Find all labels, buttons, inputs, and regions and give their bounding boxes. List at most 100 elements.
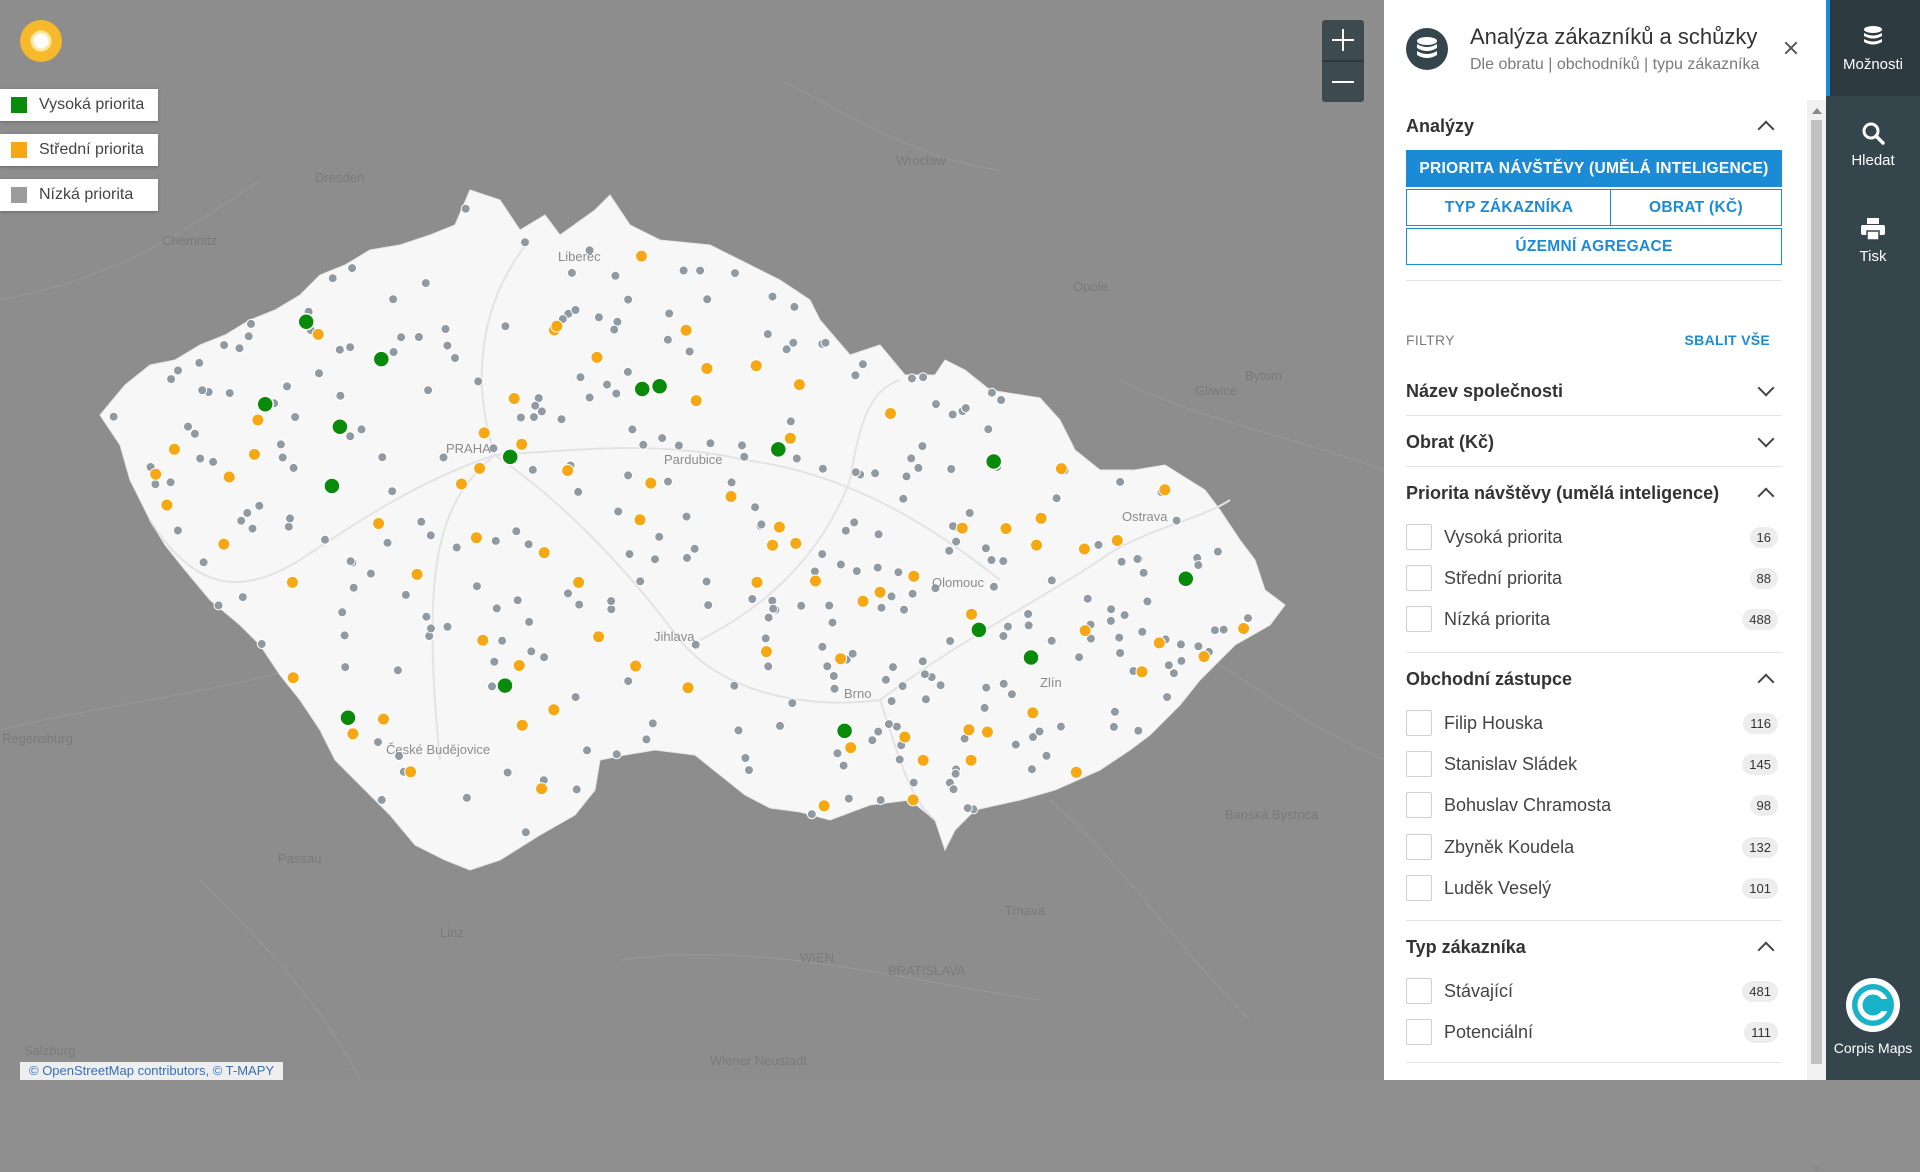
customer-marker-mid[interactable]	[635, 249, 648, 263]
customer-marker-mid[interactable]	[286, 671, 300, 685]
customer-marker-low[interactable]	[285, 513, 295, 524]
customer-marker-low[interactable]	[515, 412, 526, 423]
customer-marker-mid[interactable]	[907, 569, 921, 583]
customer-marker-low[interactable]	[964, 508, 975, 518]
analyses-section-header[interactable]: Analýzy	[1406, 102, 1782, 150]
customer-marker-low[interactable]	[571, 784, 582, 795]
customer-marker-mid[interactable]	[817, 799, 831, 813]
map-attribution[interactable]: © OpenStreetMap contributors, © T-MAPY	[20, 1062, 284, 1080]
checkbox[interactable]	[1406, 565, 1432, 591]
customer-marker-mid[interactable]	[792, 378, 806, 392]
customer-marker-low[interactable]	[613, 506, 624, 517]
customer-marker-low[interactable]	[1162, 692, 1173, 703]
checkbox[interactable]	[1406, 751, 1432, 777]
customer-marker-low[interactable]	[945, 636, 956, 646]
customer-marker-low[interactable]	[320, 534, 330, 545]
customer-marker-low[interactable]	[1138, 567, 1149, 578]
customer-marker-low[interactable]	[850, 467, 861, 478]
customer-marker-low[interactable]	[150, 479, 161, 490]
customer-marker-low[interactable]	[647, 718, 658, 729]
customer-marker-mid[interactable]	[222, 470, 236, 484]
customer-marker-low[interactable]	[1034, 726, 1045, 737]
customer-marker-low[interactable]	[197, 385, 208, 396]
analysis-button-territorial[interactable]: ÚZEMNÍ AGREGACE	[1406, 228, 1782, 265]
customer-marker-low[interactable]	[988, 581, 999, 592]
customer-marker-low[interactable]	[497, 635, 508, 646]
customer-marker-low[interactable]	[530, 400, 541, 411]
customer-marker-mid[interactable]	[789, 536, 803, 550]
customer-marker-low[interactable]	[763, 612, 774, 623]
customer-marker-low[interactable]	[908, 777, 919, 788]
map-svg[interactable]	[0, 0, 1384, 1080]
customer-marker-low[interactable]	[750, 502, 761, 513]
customer-marker-mid[interactable]	[834, 652, 848, 666]
customer-marker-low[interactable]	[165, 477, 176, 488]
scroll-up-arrow-icon[interactable]	[1812, 108, 1822, 114]
analysis-button-priority[interactable]: PRIORITA NÁVŠTĚVY (UMĚLÁ INTELIGENCE)	[1406, 150, 1782, 187]
customer-marker-low[interactable]	[913, 462, 924, 473]
customer-marker-low[interactable]	[183, 421, 193, 432]
customer-marker-low[interactable]	[1115, 648, 1126, 658]
customer-marker-low[interactable]	[487, 681, 497, 692]
checkbox[interactable]	[1406, 524, 1432, 550]
customer-marker-low[interactable]	[198, 557, 209, 568]
customer-marker-low[interactable]	[1115, 476, 1126, 487]
customer-marker-low[interactable]	[1114, 632, 1125, 643]
customer-marker-low[interactable]	[979, 702, 990, 713]
customer-marker-low[interactable]	[950, 768, 961, 779]
customer-marker-low[interactable]	[775, 720, 785, 731]
customer-marker-high[interactable]	[835, 722, 854, 740]
filter-priority-header[interactable]: Priorita návštěvy (umělá inteligence)	[1406, 469, 1782, 517]
customer-marker-mid[interactable]	[410, 567, 424, 581]
customer-marker-low[interactable]	[876, 602, 887, 613]
customer-marker-low[interactable]	[256, 639, 267, 649]
customer-marker-mid[interactable]	[884, 407, 897, 420]
customer-marker-low[interactable]	[421, 611, 432, 622]
customer-marker-low[interactable]	[275, 439, 286, 450]
customer-marker-low[interactable]	[662, 334, 673, 345]
customer-marker-low[interactable]	[623, 676, 634, 687]
customer-marker-low[interactable]	[850, 370, 861, 381]
customer-marker-mid[interactable]	[1054, 462, 1068, 476]
customer-marker-high[interactable]	[1177, 570, 1195, 588]
customer-marker-low[interactable]	[334, 344, 345, 355]
customer-marker-low[interactable]	[931, 399, 941, 410]
customer-marker-low[interactable]	[570, 692, 581, 703]
customer-marker-low[interactable]	[602, 379, 612, 390]
customer-marker-low[interactable]	[189, 428, 200, 439]
customer-marker-low[interactable]	[1193, 560, 1204, 571]
customer-marker-low[interactable]	[763, 661, 774, 672]
customer-marker-low[interactable]	[817, 463, 828, 474]
customer-marker-low[interactable]	[906, 373, 917, 384]
customer-marker-low[interactable]	[787, 698, 798, 709]
customer-marker-low[interactable]	[582, 745, 592, 756]
customer-marker-low[interactable]	[1002, 621, 1013, 632]
customer-marker-low[interactable]	[980, 543, 991, 554]
customer-marker-low[interactable]	[641, 734, 652, 745]
customer-marker-mid[interactable]	[1158, 483, 1172, 497]
customer-marker-low[interactable]	[832, 748, 843, 759]
customer-marker-low[interactable]	[1046, 635, 1057, 646]
customer-marker-low[interactable]	[1109, 706, 1120, 717]
customer-marker-low[interactable]	[944, 545, 955, 556]
customer-marker-low[interactable]	[1243, 613, 1253, 624]
customer-marker-low[interactable]	[1051, 493, 1062, 504]
customer-marker-low[interactable]	[254, 500, 265, 511]
customer-marker-mid[interactable]	[572, 575, 586, 589]
checkbox[interactable]	[1406, 834, 1432, 860]
customer-marker-low[interactable]	[835, 559, 846, 570]
customer-marker-low[interactable]	[609, 324, 620, 335]
customer-marker-low[interactable]	[512, 595, 523, 606]
filter-option-sales-rep[interactable]: Stanislav Sládek 145	[1406, 744, 1782, 784]
customer-marker-low[interactable]	[606, 596, 617, 607]
customer-marker-low[interactable]	[737, 440, 747, 451]
analysis-button-customer-type[interactable]: TYP ZÁKAZNÍKA	[1406, 189, 1612, 226]
customer-marker-mid[interactable]	[476, 633, 490, 647]
customer-marker-low[interactable]	[673, 440, 684, 451]
zoom-out-button[interactable]	[1322, 62, 1364, 102]
customer-marker-mid[interactable]	[759, 645, 773, 659]
customer-marker-low[interactable]	[623, 294, 634, 305]
customer-marker-high[interactable]	[331, 418, 349, 436]
customer-marker-low[interactable]	[899, 604, 909, 615]
customer-marker-mid[interactable]	[217, 537, 231, 551]
